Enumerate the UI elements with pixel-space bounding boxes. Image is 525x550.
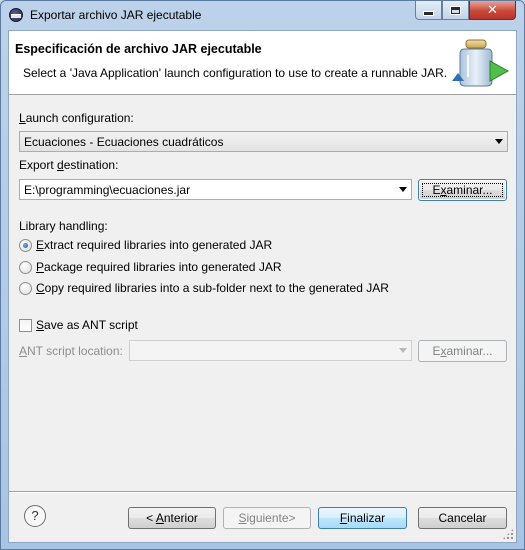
resize-grip[interactable]: [502, 528, 514, 540]
next-button[interactable]: Siguiente>: [223, 507, 311, 529]
ant-script-location-combo[interactable]: [129, 340, 412, 361]
title-bar[interactable]: Exportar archivo JAR ejecutable ✕: [1, 1, 524, 29]
page-description: Select a 'Java Application' launch confi…: [23, 66, 448, 80]
radio-button[interactable]: [19, 281, 32, 295]
cancel-button[interactable]: Cancelar: [418, 507, 507, 529]
close-icon: ✕: [487, 2, 498, 17]
radio-extract-label: Extract required libraries into generate…: [36, 238, 273, 252]
library-handling-label: Library handling:: [19, 219, 108, 233]
page-title: Especificación de archivo JAR ejecutable: [15, 42, 262, 56]
focus-rectangle: [422, 183, 503, 197]
jar-export-icon: [452, 39, 510, 87]
export-destination-value: E:\programming\ecuaciones.jar: [24, 183, 191, 197]
radio-button[interactable]: [19, 260, 32, 274]
footer-separator: [9, 491, 516, 493]
back-button[interactable]: < Anterior: [128, 507, 216, 529]
radio-extract-libraries[interactable]: Extract required libraries into generate…: [19, 237, 272, 253]
ant-script-location-label: ANT script location:: [19, 344, 123, 358]
chevron-down-icon: [399, 348, 407, 353]
chevron-down-icon: [495, 139, 503, 144]
launch-configuration-label: Launch configuration:: [19, 111, 134, 125]
eclipse-app-icon: [9, 8, 23, 22]
ant-browse-button[interactable]: Examinar...: [418, 340, 507, 362]
radio-package-libraries[interactable]: Package required libraries into generate…: [19, 259, 281, 275]
radio-copy-label: Copy required libraries into a sub-folde…: [36, 281, 389, 295]
launch-configuration-value: Ecuaciones - Ecuaciones cuadráticos: [24, 135, 224, 149]
help-icon[interactable]: ?: [24, 505, 46, 527]
radio-copy-libraries[interactable]: Copy required libraries into a sub-folde…: [19, 280, 389, 296]
radio-button-checked[interactable]: [19, 238, 32, 252]
maximize-icon: [451, 6, 460, 14]
chevron-down-icon[interactable]: [399, 187, 407, 192]
save-ant-script-label: Save as ANT script: [36, 318, 138, 332]
save-ant-script-checkbox-row[interactable]: Save as ANT script: [19, 317, 138, 333]
export-destination-combo[interactable]: E:\programming\ecuaciones.jar: [19, 179, 412, 200]
export-destination-label: Export destination:: [19, 158, 119, 172]
minimize-icon: [423, 10, 434, 16]
maximize-button[interactable]: [442, 1, 469, 20]
dialog-client-area: Especificación de archivo JAR ejecutable…: [8, 30, 517, 543]
finish-button[interactable]: Finalizar: [318, 507, 407, 529]
minimize-button[interactable]: [415, 1, 442, 20]
save-ant-script-checkbox[interactable]: [19, 318, 32, 332]
window-title: Exportar archivo JAR ejecutable: [30, 8, 202, 22]
launch-configuration-select[interactable]: Ecuaciones - Ecuaciones cuadráticos: [19, 131, 508, 152]
export-browse-button[interactable]: Examinar...: [418, 179, 507, 201]
wizard-header: Especificación de archivo JAR ejecutable…: [9, 31, 516, 95]
close-button[interactable]: ✕: [469, 1, 516, 20]
dialog-window: Exportar archivo JAR ejecutable ✕ Especi…: [0, 0, 525, 550]
radio-package-label: Package required libraries into generate…: [36, 260, 282, 274]
